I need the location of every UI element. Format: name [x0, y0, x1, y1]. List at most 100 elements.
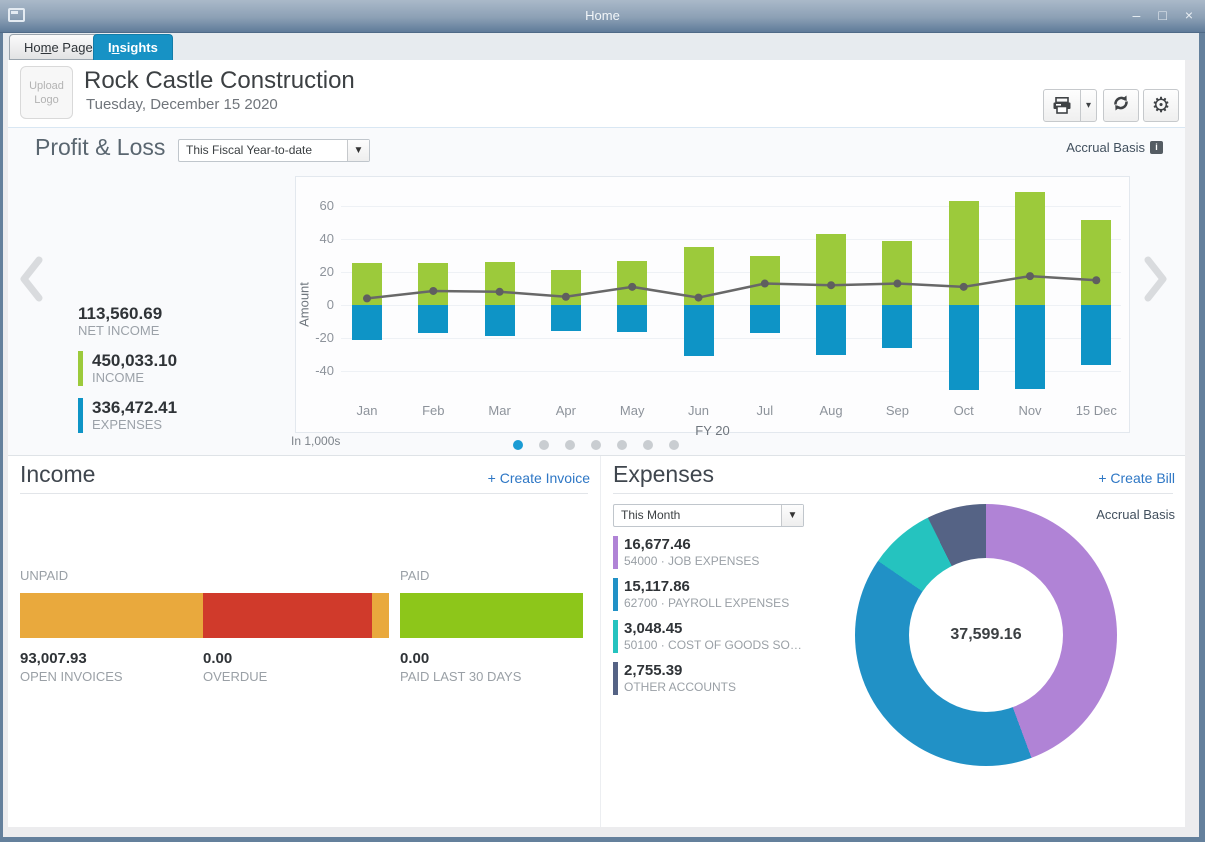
paid-bar[interactable] [400, 593, 583, 638]
expenses-period-dropdown[interactable]: This Month ▼ [613, 504, 804, 527]
legend-swatch [613, 578, 618, 611]
pager-dot[interactable] [539, 440, 549, 450]
net-income-point [363, 294, 371, 302]
chart-prev-button[interactable] [18, 256, 44, 302]
paid-segment [400, 593, 583, 638]
pl-period-dropdown[interactable]: This Fiscal Year-to-date ▼ [178, 139, 370, 162]
net-income-summary: 113,560.69 NET INCOME [78, 304, 162, 339]
expenses-donut-chart[interactable]: 37,599.16 [855, 504, 1117, 766]
pager-dot[interactable] [565, 440, 575, 450]
open-tail-segment [372, 593, 389, 638]
paid-label: PAID [400, 568, 429, 583]
legend-item[interactable]: 2,755.39 OTHER ACCOUNTS [613, 662, 863, 695]
x-tick-label: Apr [533, 403, 599, 418]
open-invoices-stat: 93,007.93 OPEN INVOICES [20, 650, 123, 685]
company-name: Rock Castle Construction [84, 67, 355, 95]
chevron-down-icon: ▼ [781, 505, 803, 526]
gear-icon: ⚙ [1152, 93, 1171, 118]
net-income-point [429, 287, 437, 295]
pager-dot[interactable] [643, 440, 653, 450]
expenses-title: Expenses [613, 461, 714, 488]
net-income-point [960, 283, 968, 291]
unpaid-bar[interactable] [20, 593, 389, 638]
minimize-icon[interactable]: – [1133, 6, 1141, 24]
net-income-point [695, 294, 703, 302]
donut-center: 37,599.16 [909, 558, 1063, 712]
donut-total: 37,599.16 [950, 626, 1021, 644]
pl-accrual-basis: Accrual Basis i [1066, 140, 1163, 155]
x-tick-label: Mar [467, 403, 533, 418]
net-income-point [496, 288, 504, 296]
tabstrip: Home Page Insights [3, 33, 1199, 60]
profit-loss-chart: Amount 6040200-20-40 JanFebMarAprMayJunJ… [295, 176, 1130, 433]
x-tick-label: Jan [334, 403, 400, 418]
x-tick-label: Aug [798, 403, 864, 418]
paid-last-30-stat: 0.00 PAID LAST 30 DAYS [400, 650, 521, 685]
net-income-point [1092, 276, 1100, 284]
x-tick-label: Oct [931, 403, 997, 418]
income-summary: 450,033.10 INCOME [78, 351, 177, 386]
profit-loss-section: Profit & Loss This Fiscal Year-to-date ▼… [8, 128, 1185, 455]
chevron-down-icon: ▼ [347, 140, 369, 161]
company-header: Upload Logo Rock Castle Construction Tue… [8, 60, 1185, 128]
upload-logo-button[interactable]: Upload Logo [20, 66, 73, 119]
pager-dot-active[interactable] [513, 440, 523, 450]
chart-pager-dots[interactable] [513, 440, 679, 450]
x-tick-label: Sep [864, 403, 930, 418]
legend-swatch [613, 662, 618, 695]
info-icon[interactable]: i [1150, 141, 1163, 154]
app-window: Home – □ × Home Page Insights Upload Log… [0, 0, 1205, 842]
bottom-row: Income + Create Invoice UNPAID PAID 93,0… [8, 455, 1185, 827]
refresh-button[interactable] [1103, 89, 1139, 122]
units-note: In 1,000s [291, 434, 340, 448]
net-income-point [827, 281, 835, 289]
create-bill-link[interactable]: + Create Bill [1098, 470, 1175, 486]
current-date: Tuesday, December 15 2020 [86, 96, 278, 113]
profit-loss-title: Profit & Loss [35, 134, 165, 161]
overdue-segment [203, 593, 372, 638]
net-income-point [761, 280, 769, 288]
net-income-line [367, 276, 1096, 298]
legend-item[interactable]: 16,677.46 54000 · JOB EXPENSES [613, 536, 863, 569]
refresh-icon [1111, 93, 1131, 118]
expenses-accrual-basis: Accrual Basis [1096, 507, 1175, 522]
main-content: Upload Logo Rock Castle Construction Tue… [8, 60, 1185, 827]
overdue-stat: 0.00 OVERDUE [203, 650, 267, 685]
open-segment [20, 593, 203, 638]
print-button[interactable]: ▾ [1043, 89, 1097, 122]
pager-dot[interactable] [617, 440, 627, 450]
printer-icon [1044, 97, 1080, 114]
print-dropdown-caret-icon[interactable]: ▾ [1080, 90, 1096, 121]
window-title: Home [0, 8, 1205, 23]
income-title: Income [20, 461, 95, 488]
pager-dot[interactable] [669, 440, 679, 450]
titlebar: Home – □ × [0, 0, 1205, 33]
net-income-point [893, 280, 901, 288]
legend-item[interactable]: 3,048.45 50100 · COST OF GOODS SO… [613, 620, 863, 653]
x-tick-label: Nov [997, 403, 1063, 418]
tab-insights[interactable]: Insights [93, 34, 173, 60]
legend-swatch [613, 536, 618, 569]
x-tick-label: May [599, 403, 665, 418]
unpaid-label: UNPAID [20, 568, 68, 583]
x-tick-label: Feb [400, 403, 466, 418]
divider [20, 493, 588, 494]
x-tick-label: Jun [666, 403, 732, 418]
income-section: Income + Create Invoice UNPAID PAID 93,0… [8, 456, 600, 827]
create-invoice-link[interactable]: + Create Invoice [488, 470, 590, 486]
net-income-point [562, 293, 570, 301]
legend-item[interactable]: 15,117.86 62700 · PAYROLL EXPENSES [613, 578, 863, 611]
expenses-legend: 16,677.46 54000 · JOB EXPENSES 15,117.86… [613, 536, 863, 704]
settings-button[interactable]: ⚙ [1143, 89, 1179, 122]
net-income-point [628, 283, 636, 291]
maximize-icon[interactable]: □ [1158, 6, 1166, 24]
pager-dot[interactable] [591, 440, 601, 450]
close-icon[interactable]: × [1185, 6, 1193, 24]
expenses-summary: 336,472.41 EXPENSES [78, 398, 177, 433]
x-tick-label: 15 Dec [1063, 403, 1129, 418]
net-income-point [1026, 272, 1034, 280]
expenses-section: Expenses + Create Bill This Month ▼ Accr… [600, 456, 1185, 827]
window-chrome: Home Page Insights Upload Logo Rock Cast… [3, 33, 1199, 837]
chart-next-button[interactable] [1143, 256, 1169, 302]
divider [613, 493, 1173, 494]
